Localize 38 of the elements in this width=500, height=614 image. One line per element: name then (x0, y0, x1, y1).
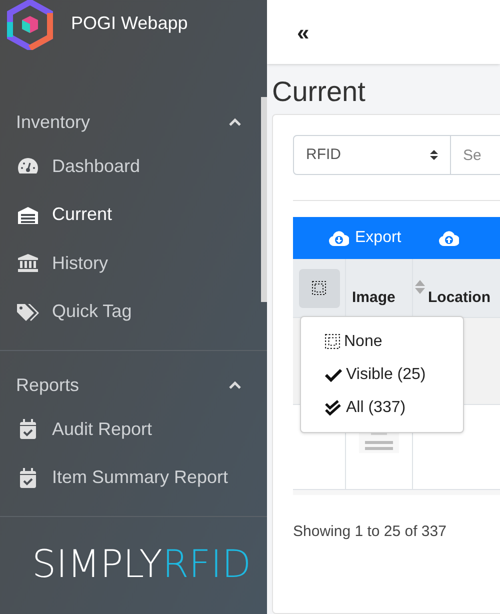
section-title: Reports (16, 374, 80, 397)
import-button[interactable] (439, 230, 460, 246)
search-field[interactable]: Se (451, 135, 500, 175)
cloud-download-icon (329, 230, 349, 246)
scrollbar-thumb[interactable] (261, 97, 267, 302)
warehouse-icon (17, 206, 39, 224)
tags-icon (16, 302, 40, 321)
nav-link[interactable]: Quick Tag (0, 288, 250, 336)
collapse-sidebar-button[interactable]: « (297, 16, 310, 48)
nav-link[interactable]: Item Summary Report (0, 454, 250, 502)
menu-item[interactable]: Visible (25) (301, 358, 463, 391)
brand-logo: SIMPLYRFID (32, 545, 252, 583)
select-menu-button[interactable] (298, 268, 340, 308)
gauge-icon (17, 157, 39, 176)
column-header[interactable]: Image (352, 286, 396, 309)
nav-link[interactable]: Current (0, 190, 250, 239)
logo-icon (5, 0, 55, 50)
pagination-info: Showing 1 to 25 of 337 (293, 522, 448, 542)
nav-link[interactable]: History (0, 239, 250, 288)
section-title: Inventory (16, 110, 90, 134)
dotted-square-icon (325, 334, 340, 349)
nav-link[interactable]: Audit Report (0, 405, 250, 454)
page-title: Current (271, 76, 366, 108)
sort-arrows-icon (430, 149, 438, 161)
app-title: POGI Webapp (71, 12, 188, 35)
bank-icon (17, 254, 39, 272)
menu-item[interactable]: None (301, 325, 463, 358)
dotted-square-icon (312, 281, 326, 295)
export-button[interactable]: Export (329, 226, 402, 250)
column-header[interactable]: Location (428, 286, 490, 309)
menu-item[interactable]: All (337) (301, 391, 463, 424)
filter-select[interactable]: RFID (293, 135, 451, 175)
check-icon (325, 368, 342, 382)
cloud-upload-icon (439, 230, 460, 246)
calendar-check-icon (19, 468, 37, 488)
calendar-check-icon (19, 419, 37, 440)
nav-link[interactable]: Dashboard (0, 142, 250, 190)
double-check-icon (325, 400, 342, 416)
